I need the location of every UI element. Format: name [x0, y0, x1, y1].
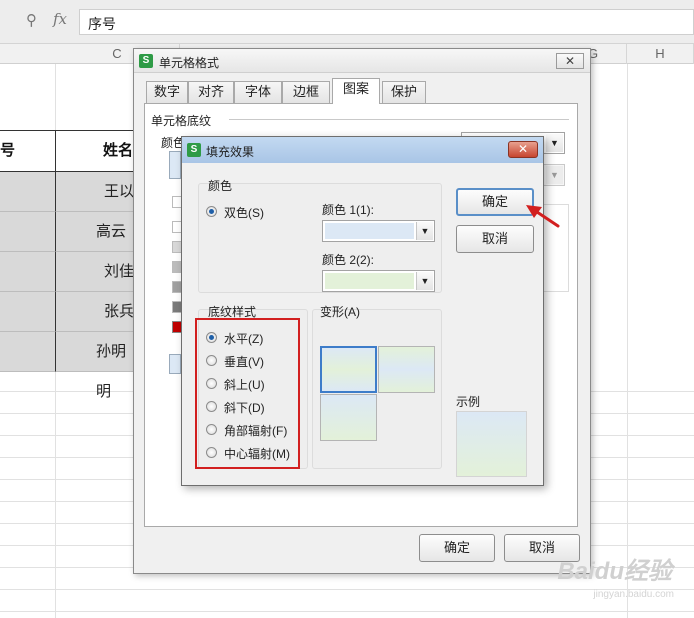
variant-3[interactable] [320, 394, 377, 441]
zoom-icon[interactable]: ⚲ [26, 11, 37, 29]
table-cell[interactable]: 孙明明 [55, 332, 140, 400]
watermark-logo: Baidu经验 [557, 558, 672, 585]
column-header-h[interactable]: H [627, 44, 694, 64]
ok-button[interactable]: 确定 [456, 188, 534, 216]
cancel-button[interactable]: 取消 [456, 225, 534, 253]
grid-line [0, 589, 694, 590]
tab-pattern[interactable]: 图案 [332, 78, 380, 104]
header-cell-number[interactable]: 号 [0, 131, 55, 171]
dialog-ok-button[interactable]: 确定 [419, 534, 495, 562]
tab-alignment[interactable]: 对齐 [188, 81, 234, 103]
chevron-down-icon[interactable]: ▼ [416, 272, 433, 290]
fill-dialog-title: 填充效果 [206, 145, 255, 159]
color1-label: 颜色 1(1): [322, 203, 375, 217]
grid-line [627, 64, 628, 618]
color2-select[interactable]: ▼ [322, 270, 435, 292]
table-cell[interactable]: 王以 [55, 172, 140, 212]
variants-label: 变形(A) [320, 305, 360, 319]
tab-protection[interactable]: 保护 [382, 81, 426, 103]
colors-group-label: 颜色 [208, 179, 233, 193]
pointer-arrow-icon [526, 205, 560, 228]
formula-input[interactable]: 序号 [79, 9, 694, 35]
chevron-down-icon[interactable]: ▼ [546, 166, 563, 184]
table-cell[interactable]: 张兵 [55, 292, 140, 332]
sample-label: 示例 [456, 395, 481, 409]
fill-dialog-titlebar[interactable]: S 填充效果 ✕ [182, 137, 543, 163]
two-color-radio[interactable] [206, 206, 217, 217]
table-cell[interactable] [0, 292, 55, 332]
variant-1[interactable] [320, 346, 377, 393]
tab-font[interactable]: 字体 [234, 81, 282, 103]
tab-number[interactable]: 数字 [146, 81, 188, 103]
watermark-url: jingyan.baidu.com [593, 589, 674, 600]
color1-swatch [325, 223, 414, 239]
table-cell[interactable] [0, 172, 55, 212]
dialog-titlebar[interactable]: S 单元格格式 ✕ [134, 49, 590, 73]
chevron-down-icon[interactable]: ▼ [546, 134, 563, 152]
table-cell[interactable]: 刘佳 [55, 252, 140, 292]
table-cell[interactable] [0, 212, 55, 252]
chevron-down-icon[interactable]: ▼ [416, 222, 433, 240]
table-cell[interactable] [0, 332, 55, 372]
color2-swatch [325, 273, 414, 289]
table-cell[interactable]: 高云瀚 [55, 212, 140, 280]
two-color-label[interactable]: 双色(S) [224, 204, 264, 221]
variant-2[interactable] [378, 346, 435, 393]
fx-icon[interactable]: fx [53, 10, 67, 28]
shading-styles-highlight [195, 318, 300, 469]
sample-preview [456, 411, 527, 477]
data-table: 号 姓名 王以 高云瀚 刘佳 张兵 孙明明 [0, 130, 140, 400]
table-cell[interactable] [0, 252, 55, 292]
close-icon[interactable]: ✕ [556, 53, 584, 69]
color2-label: 颜色 2(2): [322, 253, 375, 267]
dialog-title: 单元格格式 [159, 56, 220, 70]
app-icon: S [139, 54, 153, 68]
close-icon[interactable]: ✕ [508, 141, 538, 158]
no-color-button[interactable] [169, 151, 181, 179]
color1-select[interactable]: ▼ [322, 220, 435, 242]
more-colors-button[interactable] [169, 354, 181, 374]
section-heading: 单元格底纹 [151, 114, 212, 128]
app-icon: S [187, 143, 201, 157]
tab-border[interactable]: 边框 [282, 81, 330, 103]
grid-line [0, 611, 694, 612]
section-divider [229, 119, 569, 120]
header-cell-name[interactable]: 姓名 [55, 131, 140, 171]
